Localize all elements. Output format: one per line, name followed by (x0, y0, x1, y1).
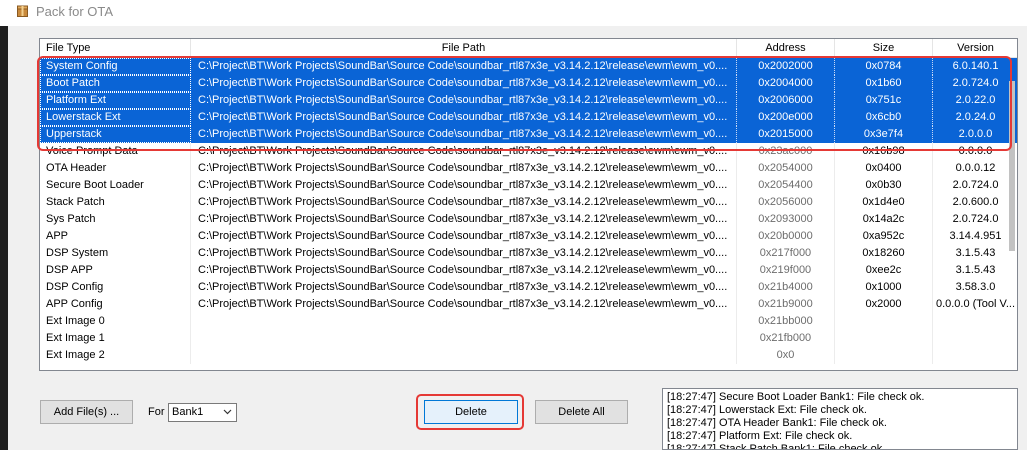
file-type-cell: Sys Patch (40, 211, 191, 228)
file-path-cell (191, 330, 737, 347)
bank-select-value: Bank1 (172, 406, 204, 418)
address-cell: 0x21fb000 (737, 330, 835, 347)
address-cell: 0x2054000 (737, 160, 835, 177)
version-cell: 2.0.724.0 (933, 211, 1017, 228)
file-type-cell: Secure Boot Loader (40, 177, 191, 194)
log-line: [18:27:47] Lowerstack Ext: File check ok… (667, 404, 867, 416)
version-cell: 3.1.5.43 (933, 262, 1017, 279)
log-line: [18:27:47] Platform Ext: File check ok. (667, 430, 853, 442)
file-path-cell: C:\Project\BT\Work Projects\SoundBar\Sou… (191, 262, 737, 279)
add-files-button[interactable]: Add File(s) ... (40, 400, 133, 424)
address-cell: 0x2056000 (737, 194, 835, 211)
title-bar: Pack for OTA (0, 0, 1027, 26)
log-output[interactable]: [18:27:47] Secure Boot Loader Bank1: Fil… (662, 388, 1018, 450)
file-path-cell: C:\Project\BT\Work Projects\SoundBar\Sou… (191, 245, 737, 262)
address-cell: 0x21b9000 (737, 296, 835, 313)
file-path-cell: C:\Project\BT\Work Projects\SoundBar\Sou… (191, 279, 737, 296)
table-row[interactable]: OTA Header C:\Project\BT\Work Projects\So… (40, 160, 1017, 177)
file-path-cell: C:\Project\BT\Work Projects\SoundBar\Sou… (191, 211, 737, 228)
size-cell: 0x1d4e0 (835, 194, 933, 211)
version-cell: 3.14.4.951 (933, 228, 1017, 245)
annotation-highlight-delete-button (416, 394, 524, 430)
address-cell: 0x217f000 (737, 245, 835, 262)
window-title: Pack for OTA (36, 4, 114, 19)
version-cell: 3.58.3.0 (933, 279, 1017, 296)
file-path-cell: C:\Project\BT\Work Projects\SoundBar\Sou… (191, 194, 737, 211)
version-cell (933, 347, 1017, 364)
file-type-cell: APP (40, 228, 191, 245)
delete-all-button[interactable]: Delete All (535, 400, 628, 424)
table-row[interactable]: Ext Image 2 0x0 (40, 347, 1017, 364)
annotation-highlight-selected-rows (37, 56, 1012, 151)
table-row[interactable]: APP Config C:\Project\BT\Work Projects\So… (40, 296, 1017, 313)
file-type-cell: DSP APP (40, 262, 191, 279)
for-label: For (148, 406, 165, 418)
version-cell (933, 313, 1017, 330)
version-cell: 2.0.724.0 (933, 177, 1017, 194)
size-cell: 0xee2c (835, 262, 933, 279)
size-cell: 0x0400 (835, 160, 933, 177)
address-cell: 0x20b0000 (737, 228, 835, 245)
file-type-cell: Ext Image 0 (40, 313, 191, 330)
table-row[interactable]: Stack Patch C:\Project\BT\Work Projects\S… (40, 194, 1017, 211)
file-path-cell (191, 313, 737, 330)
file-path-cell: C:\Project\BT\Work Projects\SoundBar\Sou… (191, 177, 737, 194)
chevron-down-icon (223, 409, 232, 415)
table-row[interactable]: Ext Image 1 0x21fb000 (40, 330, 1017, 347)
address-cell: 0x219f000 (737, 262, 835, 279)
size-cell: 0x0b30 (835, 177, 933, 194)
size-cell (835, 347, 933, 364)
file-path-cell (191, 347, 737, 364)
file-path-cell: C:\Project\BT\Work Projects\SoundBar\Sou… (191, 296, 737, 313)
address-cell: 0x21b4000 (737, 279, 835, 296)
address-cell: 0x2093000 (737, 211, 835, 228)
bank-select[interactable]: Bank1 (168, 403, 237, 422)
size-cell: 0x18260 (835, 245, 933, 262)
address-cell: 0x21bb000 (737, 313, 835, 330)
table-row[interactable]: DSP System C:\Project\BT\Work Projects\So… (40, 245, 1017, 262)
file-type-cell: Stack Patch (40, 194, 191, 211)
address-cell: 0x2054400 (737, 177, 835, 194)
table-row[interactable]: APP C:\Project\BT\Work Projects\SoundBar\… (40, 228, 1017, 245)
version-cell: 3.1.5.43 (933, 245, 1017, 262)
file-path-cell: C:\Project\BT\Work Projects\SoundBar\Sou… (191, 160, 737, 177)
version-cell (933, 330, 1017, 347)
size-cell: 0xa952c (835, 228, 933, 245)
log-line: [18:27:47] Stack Patch Bank1: File check… (667, 443, 886, 450)
size-cell: 0x2000 (835, 296, 933, 313)
address-cell: 0x0 (737, 347, 835, 364)
table-row[interactable]: Secure Boot Loader C:\Project\BT\Work Pro… (40, 177, 1017, 194)
size-cell: 0x14a2c (835, 211, 933, 228)
table-row[interactable]: Ext Image 0 0x21bb000 (40, 313, 1017, 330)
file-type-cell: APP Config (40, 296, 191, 313)
file-type-cell: Ext Image 1 (40, 330, 191, 347)
package-icon (17, 5, 28, 17)
table-row[interactable]: DSP APP C:\Project\BT\Work Projects\Sound… (40, 262, 1017, 279)
table-row[interactable]: DSP Config C:\Project\BT\Work Projects\So… (40, 279, 1017, 296)
file-type-cell: DSP System (40, 245, 191, 262)
file-type-cell: Ext Image 2 (40, 347, 191, 364)
file-path-cell: C:\Project\BT\Work Projects\SoundBar\Sou… (191, 228, 737, 245)
version-cell: 0.0.0.0 (Tool V... (933, 296, 1017, 313)
size-cell (835, 330, 933, 347)
version-cell: 0.0.0.12 (933, 160, 1017, 177)
log-line: [18:27:47] OTA Header Bank1: File check … (667, 417, 887, 429)
size-cell (835, 313, 933, 330)
left-window-edge (0, 26, 8, 450)
file-type-cell: DSP Config (40, 279, 191, 296)
version-cell: 2.0.600.0 (933, 194, 1017, 211)
file-type-cell: OTA Header (40, 160, 191, 177)
table-row[interactable]: Sys Patch C:\Project\BT\Work Projects\Sou… (40, 211, 1017, 228)
log-line: [18:27:47] Secure Boot Loader Bank1: Fil… (667, 391, 925, 403)
size-cell: 0x1000 (835, 279, 933, 296)
